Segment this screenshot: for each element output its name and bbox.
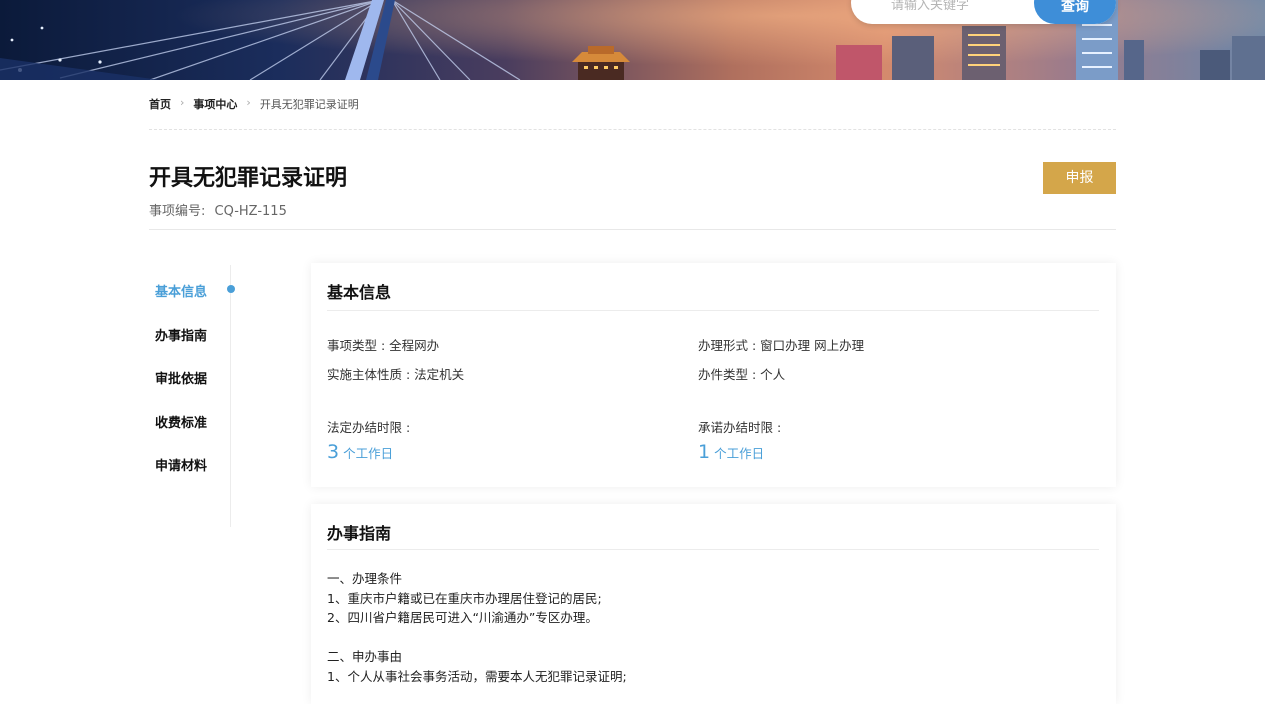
breadcrumb-home-link[interactable]: 首页 [149, 96, 171, 112]
guide-text: 一、办理条件 1、重庆市户籍或已在重庆市办理居住登记的居民; 2、四川省户籍居民… [327, 569, 627, 686]
promise-limit-unit: 个工作日 [714, 446, 765, 461]
guide-line: 1、个人从事社会事务活动，需要本人无犯罪记录证明; [327, 668, 627, 684]
page-title: 开具无犯罪记录证明 [149, 166, 348, 191]
promise-limit-value: 1 个工作日 [698, 441, 764, 463]
breadcrumb-item-center-link[interactable]: 事项中心 [193, 96, 237, 112]
legal-limit-label: 法定办结时限 : [327, 420, 411, 435]
side-nav-item-basic-info[interactable]: 基本信息 [155, 281, 207, 300]
active-indicator-dot [227, 285, 235, 293]
subject-nature-field: 实施主体性质 : 法定机关 [327, 367, 465, 382]
guide-line: 2、四川省户籍居民可进入“川渝通办”专区办理。 [327, 610, 598, 625]
side-nav-item-materials[interactable]: 申请材料 [155, 455, 207, 474]
apply-button[interactable]: 申报 [1043, 162, 1116, 194]
handle-form-field: 办理形式 : 窗口办理 网上办理 [698, 338, 865, 353]
title-divider [149, 229, 1116, 230]
breadcrumb-separator-icon: › [246, 96, 251, 109]
hero-banner: 查询 [0, 0, 1265, 80]
side-nav-item-fee-standard[interactable]: 收费标准 [155, 412, 207, 431]
guide-line: 二、申办事由 [327, 649, 403, 664]
promise-limit-number: 1 [698, 441, 711, 463]
guide-line: 1、重庆市户籍或已在重庆市办理居住登记的居民; [327, 590, 602, 606]
item-type-field: 事项类型 : 全程网办 [327, 338, 440, 353]
legal-limit-number: 3 [327, 441, 340, 463]
breadcrumb: 首页 › 事项中心 › 开具无犯罪记录证明 [149, 96, 1116, 130]
item-code-label: 事项编号: [149, 204, 206, 219]
search-input[interactable] [891, 0, 1031, 15]
guide-card: 办事指南 一、办理条件 1、重庆市户籍或已在重庆市办理居住登记的居民; 2、四川… [311, 504, 1116, 704]
side-nav-item-approval-basis[interactable]: 审批依据 [155, 368, 207, 387]
card-divider [327, 549, 1099, 550]
breadcrumb-current: 开具无犯罪记录证明 [259, 98, 359, 111]
search-button[interactable]: 查询 [1034, 0, 1116, 24]
guide-line: 一、办理条件 [327, 571, 403, 586]
promise-limit-label: 承诺办结时限 : [698, 420, 782, 435]
basic-info-title: 基本信息 [327, 283, 392, 302]
guide-title: 办事指南 [327, 524, 392, 543]
search-box: 查询 [851, 0, 1116, 24]
side-nav: 基本信息 办事指南 审批依据 收费标准 申请材料 [149, 265, 235, 527]
breadcrumb-separator-icon: › [180, 96, 185, 109]
item-code: 事项编号: CQ-HZ-115 [149, 200, 287, 219]
item-code-value: CQ-HZ-115 [214, 204, 287, 219]
guide-spacer [327, 628, 627, 648]
basic-info-card: 基本信息 事项类型 : 全程网办 办理形式 : 窗口办理 网上办理 实施主体性质… [311, 263, 1116, 487]
side-nav-item-guide[interactable]: 办事指南 [155, 325, 207, 344]
legal-limit-unit: 个工作日 [343, 446, 394, 461]
card-divider [327, 310, 1099, 311]
case-type-field: 办件类型 : 个人 [698, 367, 786, 382]
legal-limit-value: 3 个工作日 [327, 441, 393, 463]
